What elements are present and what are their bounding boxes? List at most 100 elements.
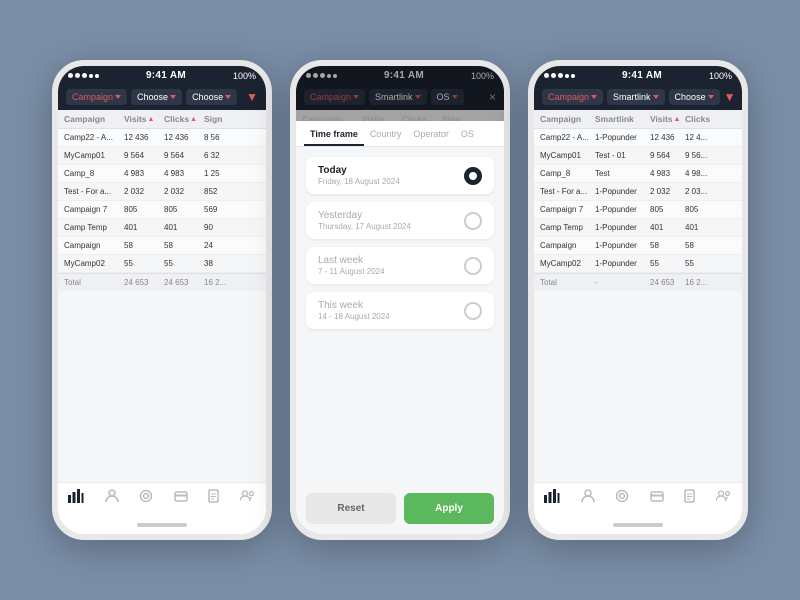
table-row: Camp_8Test4 9834 98... bbox=[534, 165, 742, 183]
table-footer: Total24 65324 65316 2... bbox=[58, 273, 266, 291]
time-option-label: This week bbox=[318, 300, 390, 311]
col-sign: Sign bbox=[204, 114, 234, 124]
battery-level: 100% bbox=[709, 71, 732, 81]
phone-3: 9:41 AM 100% Campaign Smartlink Choose ▼… bbox=[528, 60, 748, 540]
time-option-lastweek[interactable]: Last week 7 - 11 August 2024 bbox=[306, 247, 494, 284]
nav-target-icon[interactable] bbox=[139, 489, 153, 506]
signal-dot bbox=[571, 74, 575, 78]
signal-dot bbox=[544, 73, 549, 78]
signal-dot bbox=[89, 74, 93, 78]
status-bar-3: 9:41 AM 100% bbox=[534, 66, 742, 84]
signal-dot bbox=[551, 73, 556, 78]
table-row: MyCamp021-Popunder5555 bbox=[534, 255, 742, 273]
table-row: Camp_84 9834 9831 25 bbox=[58, 165, 266, 183]
caret-icon bbox=[653, 95, 659, 99]
nav-chart-icon[interactable] bbox=[68, 489, 84, 506]
nav-card-icon[interactable] bbox=[174, 489, 188, 506]
table-row: Camp Temp1-Popunder401401 bbox=[534, 219, 742, 237]
table-header: Campaign Smartlink Visits ▲ Clicks bbox=[534, 110, 742, 129]
home-indicator bbox=[534, 510, 742, 534]
choose-dropdown[interactable]: Choose bbox=[669, 89, 720, 105]
nav-user-icon[interactable] bbox=[105, 489, 119, 506]
caret-icon bbox=[708, 95, 714, 99]
signal-dot bbox=[82, 73, 87, 78]
time-option-label: Yesterday bbox=[318, 210, 411, 221]
table-row: Campaign1-Popunder5858 bbox=[534, 237, 742, 255]
table-row: Campaign 71-Popunder805805 bbox=[534, 201, 742, 219]
campaign-dropdown[interactable]: Campaign bbox=[542, 89, 603, 105]
time-option-thisweek[interactable]: This week 14 - 18 August 2024 bbox=[306, 292, 494, 329]
modal-footer: Reset Apply bbox=[296, 483, 504, 534]
home-indicator bbox=[58, 510, 266, 534]
nav-doc-icon[interactable] bbox=[208, 489, 219, 506]
radio-selected[interactable] bbox=[464, 167, 482, 185]
nav-user-icon[interactable] bbox=[581, 489, 595, 506]
table-row: Camp22 - A...12 43612 4368 56 bbox=[58, 129, 266, 147]
battery-level: 100% bbox=[233, 71, 256, 81]
table-footer: Total-24 65316 2... bbox=[534, 273, 742, 291]
signal-dot bbox=[558, 73, 563, 78]
tab-country[interactable]: Country bbox=[364, 121, 408, 146]
choose-dropdown-1[interactable]: Choose bbox=[131, 89, 182, 105]
time-option-sub: 7 - 11 August 2024 bbox=[318, 267, 385, 276]
col-visits[interactable]: Visits ▲ bbox=[124, 114, 164, 124]
phone-1: 9:41 AM 100% Campaign Choose Choose ▼ Ca… bbox=[52, 60, 272, 540]
nav-doc-icon[interactable] bbox=[684, 489, 695, 506]
nav-target-icon[interactable] bbox=[615, 489, 629, 506]
header-bar-1: Campaign Choose Choose ▼ bbox=[58, 84, 266, 110]
time-option-sub: Friday, 18 August 2024 bbox=[318, 177, 400, 186]
radio-unselected[interactable] bbox=[464, 302, 482, 320]
phone-2: 9:41 AM 100% Campaign Smartlink OS × Cam… bbox=[290, 60, 510, 540]
tab-os[interactable]: OS bbox=[455, 121, 480, 146]
tab-operator[interactable]: Operator bbox=[407, 121, 455, 146]
header-bar-3: Campaign Smartlink Choose ▼ bbox=[534, 84, 742, 110]
table-row: Campaign585824 bbox=[58, 237, 266, 255]
table-row: Campaign 7805805569 bbox=[58, 201, 266, 219]
time-option-yesterday[interactable]: Yesterday Thursday, 17 August 2024 bbox=[306, 202, 494, 239]
smartlink-dropdown[interactable]: Smartlink bbox=[607, 89, 665, 105]
nav-card-icon[interactable] bbox=[650, 489, 664, 506]
col-campaign: Campaign bbox=[64, 114, 124, 124]
signal-dot bbox=[95, 74, 99, 78]
bottom-nav-1 bbox=[58, 482, 266, 510]
table-row: Test - For a...1-Popunder2 0322 03... bbox=[534, 183, 742, 201]
choose-dropdown-2[interactable]: Choose bbox=[186, 89, 237, 105]
nav-chart-icon[interactable] bbox=[544, 489, 560, 506]
modal-panel: Time frame Country Operator OS Today Fri… bbox=[296, 121, 504, 534]
time-option-today[interactable]: Today Friday, 18 August 2024 bbox=[306, 157, 494, 194]
bottom-nav-3 bbox=[534, 482, 742, 510]
apply-button[interactable]: Apply bbox=[404, 493, 494, 524]
caret-icon bbox=[591, 95, 597, 99]
radio-unselected[interactable] bbox=[464, 257, 482, 275]
signal-dot bbox=[75, 73, 80, 78]
home-bar bbox=[137, 523, 187, 527]
data-table-3: Campaign Smartlink Visits ▲ Clicks Camp2… bbox=[534, 110, 742, 482]
time-option-sub: Thursday, 17 August 2024 bbox=[318, 222, 411, 231]
col-campaign: Campaign bbox=[540, 114, 595, 124]
data-table-1: Campaign Visits ▲ Clicks ▲ Sign Camp22 -… bbox=[58, 110, 266, 482]
nav-people-icon[interactable] bbox=[716, 489, 732, 506]
modal-tabs: Time frame Country Operator OS bbox=[296, 121, 504, 147]
caret-icon bbox=[170, 95, 176, 99]
table-row: Camp22 - A...1-Popunder12 43612 4... bbox=[534, 129, 742, 147]
radio-unselected[interactable] bbox=[464, 212, 482, 230]
col-clicks[interactable]: Clicks ▲ bbox=[164, 114, 204, 124]
sort-icon: ▲ bbox=[674, 116, 681, 123]
caret-icon bbox=[225, 95, 231, 99]
filter-icon[interactable]: ▼ bbox=[246, 90, 258, 104]
campaign-dropdown[interactable]: Campaign bbox=[66, 89, 127, 105]
status-bar-1: 9:41 AM 100% bbox=[58, 66, 266, 84]
col-visits[interactable]: Visits ▲ bbox=[650, 114, 685, 124]
filter-icon[interactable]: ▼ bbox=[724, 90, 736, 104]
table-row: Test - For a...2 0322 032852 bbox=[58, 183, 266, 201]
status-time: 9:41 AM bbox=[622, 70, 662, 81]
home-bar bbox=[613, 523, 663, 527]
modal-body: Today Friday, 18 August 2024 Yesterday T… bbox=[296, 147, 504, 483]
col-smartlink: Smartlink bbox=[595, 114, 650, 124]
signal-dot bbox=[565, 74, 569, 78]
nav-people-icon[interactable] bbox=[240, 489, 256, 506]
time-option-label: Today bbox=[318, 165, 400, 176]
sort-icon: ▲ bbox=[190, 116, 197, 123]
reset-button[interactable]: Reset bbox=[306, 493, 396, 524]
tab-timeframe[interactable]: Time frame bbox=[304, 121, 364, 146]
